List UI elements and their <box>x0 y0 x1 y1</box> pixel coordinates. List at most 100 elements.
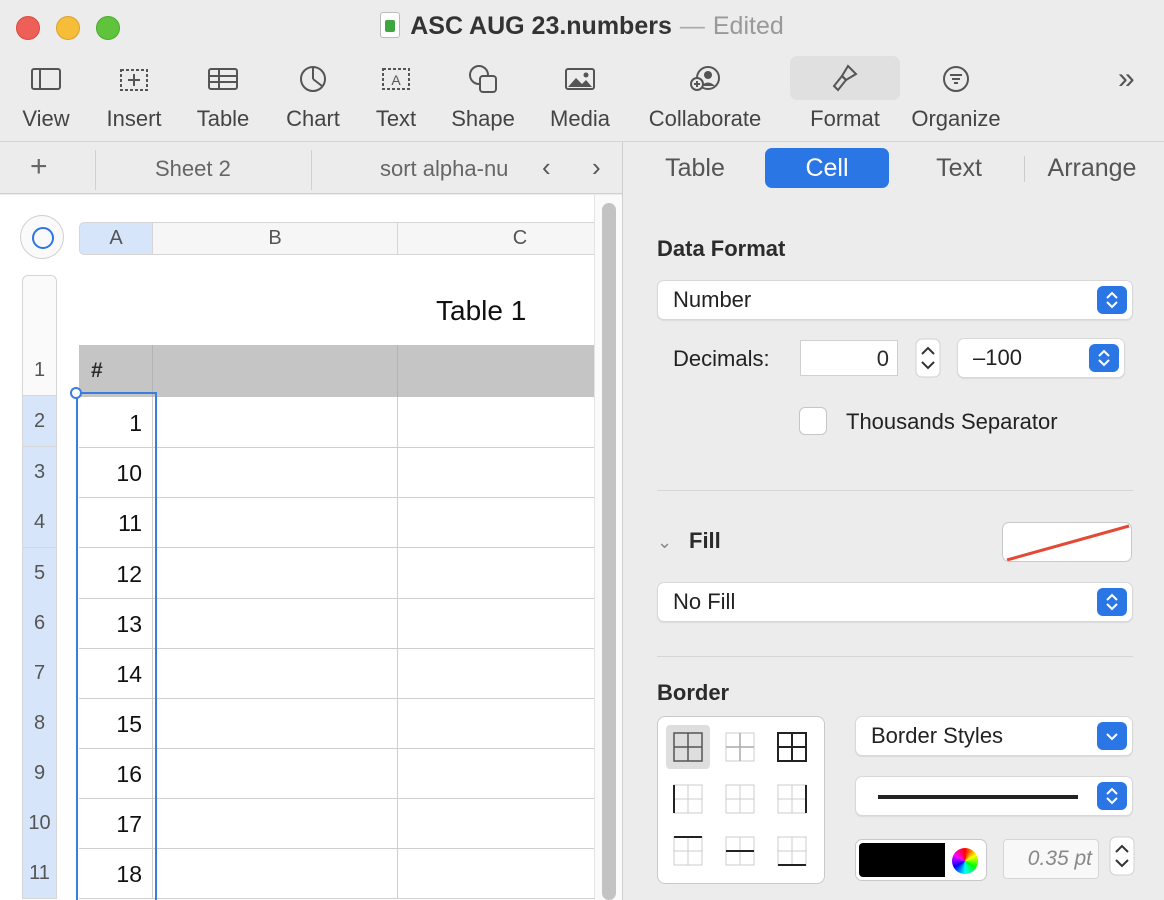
negative-style-value: –100 <box>973 345 1022 370</box>
data-format-popup[interactable]: Number <box>657 280 1133 320</box>
horizontal-center-border-icon[interactable] <box>718 829 762 873</box>
toolbar-media-button[interactable]: Media <box>544 56 616 136</box>
spreadsheet-canvas[interactable]: A B C 1 2 3 4 5 6 7 8 9 10 11 Table 1 # … <box>0 195 594 900</box>
tab-table[interactable]: Table <box>645 148 745 188</box>
table-cell[interactable]: 14 <box>79 648 153 698</box>
vertical-scrollbar[interactable] <box>594 195 622 900</box>
toolbar-organize-button[interactable]: Organize <box>906 56 1006 136</box>
table-cell[interactable]: 16 <box>79 748 153 798</box>
next-sheet-chevron-icon[interactable]: › <box>592 152 601 183</box>
row-header[interactable]: 2 <box>22 396 57 447</box>
table-cell[interactable] <box>153 548 398 598</box>
row-header[interactable]: 4 <box>22 497 57 548</box>
column-header-b[interactable]: B <box>153 222 398 255</box>
table-cell[interactable] <box>398 698 594 748</box>
tab-cell[interactable]: Cell <box>765 148 889 188</box>
inside-borders-icon[interactable] <box>718 725 762 769</box>
table-cell[interactable] <box>153 698 398 748</box>
left-border-icon[interactable] <box>666 777 710 821</box>
table-cell[interactable] <box>398 397 594 447</box>
table-cell[interactable] <box>398 648 594 698</box>
negative-number-style-popup[interactable]: –100 <box>957 338 1125 378</box>
table-cell[interactable] <box>398 798 594 848</box>
table-cell[interactable]: 18 <box>79 848 153 898</box>
header-cell-c[interactable] <box>398 345 594 397</box>
all-borders-icon[interactable] <box>666 725 710 769</box>
table-cell[interactable] <box>153 648 398 698</box>
sheet-tab-sheet-2[interactable]: Sheet 2 <box>155 156 231 182</box>
table-cell[interactable] <box>153 598 398 648</box>
border-color-well[interactable] <box>855 839 987 881</box>
table-cell[interactable] <box>398 548 594 598</box>
table-cell[interactable]: 17 <box>79 798 153 848</box>
toolbar-overflow-chevron-icon[interactable]: » <box>1118 62 1135 96</box>
table-cell[interactable]: 12 <box>79 548 153 598</box>
border-styles-popup[interactable]: Border Styles <box>855 716 1133 756</box>
scrollbar-thumb[interactable] <box>602 203 616 900</box>
thousands-separator-checkbox[interactable] <box>799 407 827 435</box>
table-cell[interactable] <box>398 447 594 497</box>
line-style-popup[interactable] <box>855 776 1133 816</box>
border-width-field[interactable]: 0.35 pt <box>1003 839 1099 879</box>
row-header[interactable]: 8 <box>22 698 57 749</box>
header-cell-b[interactable] <box>153 345 398 397</box>
row-header[interactable]: 11 <box>22 848 57 899</box>
toolbar-insert-button[interactable]: Insert <box>98 56 170 136</box>
toolbar-view-button[interactable]: View <box>14 56 78 136</box>
border-placement-grid <box>657 716 825 884</box>
row-header[interactable]: 6 <box>22 598 57 649</box>
table-cell[interactable] <box>153 798 398 848</box>
toolbar-media-label: Media <box>550 106 610 131</box>
table-title[interactable]: Table 1 <box>436 295 526 327</box>
decimals-stepper[interactable] <box>915 338 941 378</box>
toolbar-shape-button[interactable]: Shape <box>446 56 520 136</box>
table-cell[interactable] <box>153 748 398 798</box>
row-header[interactable]: 1 <box>22 345 57 396</box>
color-wheel-icon[interactable] <box>952 848 978 874</box>
table-cell[interactable] <box>153 848 398 898</box>
fill-color-swatch[interactable] <box>1002 522 1132 562</box>
column-header-c[interactable]: C <box>398 222 594 255</box>
bottom-border-icon[interactable] <box>770 829 814 873</box>
table-cell[interactable]: 10 <box>79 447 153 497</box>
table-cell[interactable]: 1 <box>79 397 153 447</box>
table-cell[interactable] <box>398 848 594 898</box>
row-header[interactable]: 9 <box>22 748 57 799</box>
row-header[interactable]: 3 <box>22 447 57 498</box>
toolbar-format-button[interactable]: Format <box>790 56 900 136</box>
select-table-button[interactable] <box>20 215 64 259</box>
right-border-icon[interactable] <box>770 777 814 821</box>
table-cell[interactable]: 15 <box>79 698 153 748</box>
tab-arrange[interactable]: Arrange <box>1035 148 1149 188</box>
decimals-field[interactable]: 0 <box>800 340 898 376</box>
toolbar-table-button[interactable]: Table <box>190 56 256 136</box>
tab-text[interactable]: Text <box>909 148 1009 188</box>
border-width-stepper[interactable] <box>1109 836 1135 876</box>
vertical-center-border-icon[interactable] <box>718 777 762 821</box>
selection-resize-handle[interactable] <box>70 387 82 399</box>
top-border-icon[interactable] <box>666 829 710 873</box>
toolbar-collaborate-button[interactable]: Collaborate <box>640 56 770 136</box>
table-cell[interactable] <box>153 397 398 447</box>
previous-sheet-chevron-icon[interactable]: ‹ <box>542 152 551 183</box>
column-header-a[interactable]: A <box>79 222 153 255</box>
toolbar-table-label: Table <box>196 106 250 131</box>
sheet-tab-sort-alpha-nu[interactable]: sort alpha-nu <box>380 156 530 182</box>
fill-disclosure-chevron-icon[interactable]: ⌄ <box>657 532 672 553</box>
table-cell[interactable] <box>153 447 398 497</box>
add-sheet-button[interactable]: + <box>30 150 48 184</box>
row-header[interactable]: 5 <box>22 548 57 599</box>
table-cell[interactable] <box>398 497 594 547</box>
table-cell[interactable]: 13 <box>79 598 153 648</box>
table-cell[interactable]: 11 <box>79 497 153 547</box>
toolbar-text-button[interactable]: A Text <box>366 56 426 136</box>
table-cell[interactable] <box>398 748 594 798</box>
table-cell[interactable] <box>398 598 594 648</box>
row-header[interactable]: 10 <box>22 798 57 849</box>
table-cell[interactable] <box>153 497 398 547</box>
row-header[interactable]: 7 <box>22 648 57 699</box>
header-cell-a[interactable]: # <box>79 345 153 397</box>
toolbar-chart-button[interactable]: Chart <box>278 56 348 136</box>
fill-type-popup[interactable]: No Fill <box>657 582 1133 622</box>
all-borders-bold-icon[interactable] <box>770 725 814 769</box>
